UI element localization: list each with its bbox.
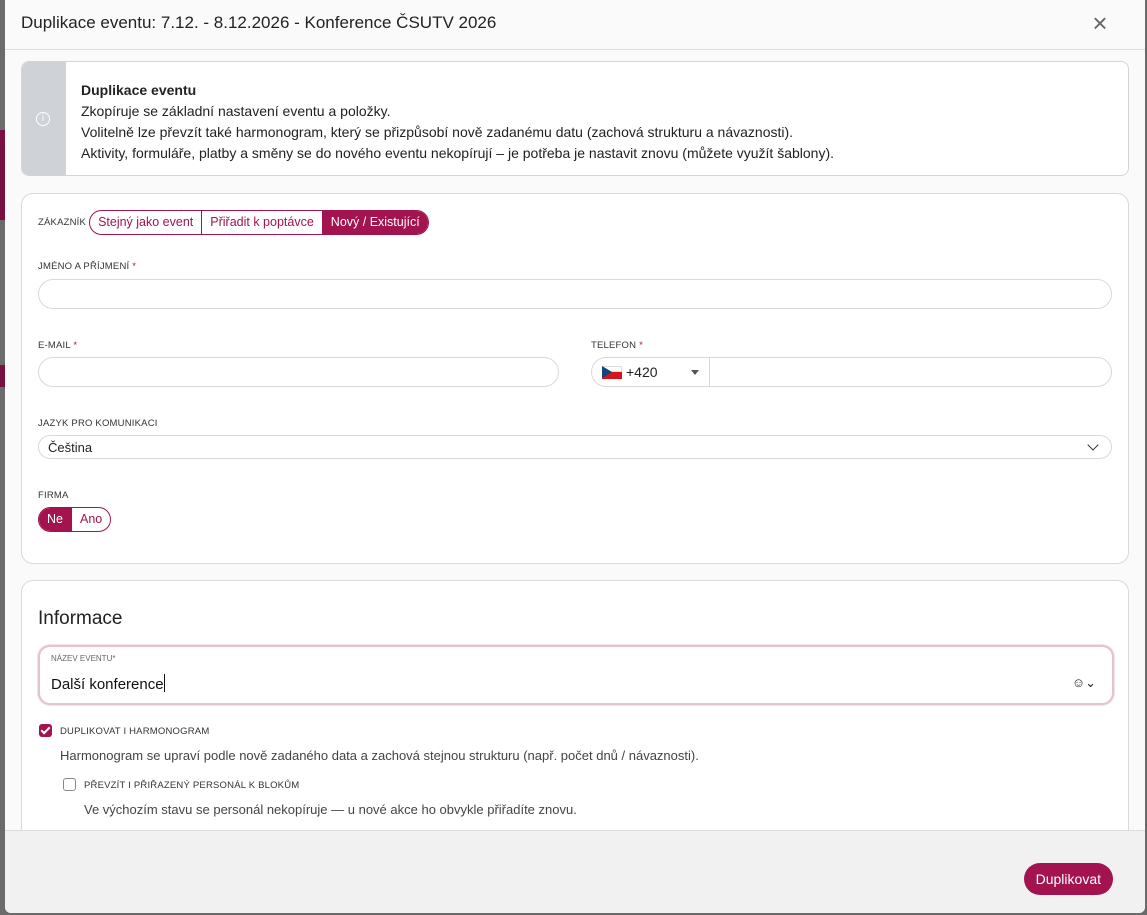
required-mark: *: [639, 340, 643, 351]
required-mark: *: [132, 261, 137, 272]
language-select[interactable]: Čeština: [38, 435, 1112, 459]
phone-label: TELEFON *: [591, 340, 643, 351]
duplicate-button[interactable]: Duplikovat: [1023, 863, 1113, 895]
customer-option-new[interactable]: Nový / Existující: [321, 211, 428, 234]
dialog-body[interactable]: i Duplikace eventu Zkopíruje se základní…: [5, 51, 1145, 830]
duplicate-event-dialog: Duplikace eventu: 7.12. - 8.12.2026 - Ko…: [5, 0, 1145, 913]
phone-prefix: +420: [626, 364, 658, 380]
duplicate-schedule-label[interactable]: DUPLIKOVAT I HARMONOGRAM: [60, 726, 209, 737]
company-toggle-wrap: Ne Ano: [38, 507, 112, 532]
event-name-field[interactable]: NÁZEV EVENTU* Další konference ☺⌄: [38, 645, 1114, 705]
required-mark: *: [112, 654, 116, 663]
name-label-text: JMÉNO A PŘÍJMENÍ: [38, 261, 130, 272]
customer-card: ZÁKAZNÍK Stejný jako event Přiřadit k po…: [21, 193, 1129, 564]
dialog-title: Duplikace eventu: 7.12. - 8.12.2026 - Ko…: [21, 13, 497, 32]
event-name-label-text: NÁZEV EVENTU: [51, 654, 113, 663]
info-line: Zkopíruje se základní nastavení eventu a…: [81, 103, 391, 119]
phone-label-text: TELEFON: [591, 340, 637, 351]
company-toggle: Ne Ano: [38, 507, 112, 532]
copy-staff-label[interactable]: PŘEVZÍT I PŘIŘAZENÝ PERSONÁL K BLOKŮM: [84, 780, 299, 791]
duplicate-schedule-checkbox[interactable]: [39, 724, 52, 737]
event-name-value-wrap: Další konference: [51, 674, 165, 693]
info-callout: i Duplikace eventu Zkopíruje se základní…: [21, 61, 1129, 176]
info-stripe: i: [22, 62, 66, 175]
name-label: JMÉNO A PŘÍJMENÍ *: [38, 261, 136, 272]
email-field[interactable]: [38, 357, 559, 387]
required-mark: *: [73, 340, 78, 351]
chevron-down-icon: [1087, 439, 1099, 451]
event-name-label: NÁZEV EVENTU*: [51, 654, 115, 663]
dialog-header: Duplikace eventu: 7.12. - 8.12.2026 - Ko…: [5, 0, 1145, 50]
copy-staff-checkbox[interactable]: [63, 778, 76, 791]
czech-flag-icon: [602, 365, 622, 379]
customer-type-toggle: Stejný jako event Přiřadit k poptávce No…: [89, 210, 429, 235]
duplicate-schedule-help: Harmonogram se upraví podle nově zadanéh…: [60, 748, 699, 763]
event-name-value: Další konference: [51, 676, 164, 693]
customer-option-same[interactable]: Stejný jako event: [90, 211, 201, 234]
copy-staff-help: Ve výchozím stavu se personál nekopíruje…: [84, 802, 577, 817]
customer-type-row: ZÁKAZNÍK Stejný jako event Přiřadit k po…: [38, 210, 429, 235]
dialog-footer: Duplikovat: [5, 830, 1145, 913]
email-label-text: E-MAIL: [38, 340, 71, 351]
info-line: Volitelně lze převzít také harmonogram, …: [81, 124, 794, 140]
info-text: Duplikace eventu Zkopíruje se základní n…: [81, 80, 834, 164]
phone-country-select[interactable]: +420: [592, 358, 710, 386]
language-label: JAZYK PRO KOMUNIKACI: [38, 418, 158, 429]
caret-down-icon: [691, 370, 699, 375]
company-option-yes[interactable]: Ano: [70, 508, 110, 531]
company-label: FIRMA: [38, 490, 69, 501]
info-line: Aktivity, formuláře, platby a směny se d…: [81, 145, 835, 161]
section-title: Informace: [38, 608, 123, 629]
customer-label: ZÁKAZNÍK: [38, 217, 87, 228]
info-icon: i: [36, 112, 50, 126]
text-cursor: [163, 674, 165, 692]
information-card: Informace NÁZEV EVENTU* Další konference…: [21, 580, 1129, 830]
email-label: E-MAIL *: [38, 340, 77, 351]
phone-field[interactable]: +420: [591, 357, 1112, 387]
company-option-no[interactable]: Ne: [39, 508, 71, 531]
name-field[interactable]: [38, 279, 1112, 309]
user-circle-icon[interactable]: ☺⌄: [1072, 675, 1096, 691]
info-heading: Duplikace eventu: [81, 82, 197, 98]
language-value: Čeština: [48, 440, 93, 455]
close-icon[interactable]: ×: [1085, 8, 1115, 38]
customer-option-inquiry[interactable]: Přiřadit k poptávce: [201, 211, 322, 234]
